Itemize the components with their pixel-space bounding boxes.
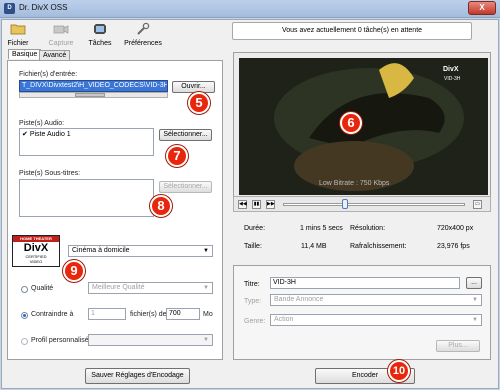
video-brand: DivX [443,66,459,73]
constrain-mid-label: fichier(s) de [130,311,167,318]
title-browse-button[interactable]: ... [466,277,482,289]
annotation-badge: 9 [63,260,85,282]
title-field[interactable]: VID-3H [270,277,460,289]
type-label: Type: [244,298,262,305]
tab-avance[interactable]: Avancé [39,50,71,60]
wrench-icon [137,22,150,35]
duration-label: Durée: [244,225,266,232]
annotation-badge: 10 [388,360,410,382]
forward-icon[interactable]: ▶▶ [266,200,275,209]
annotation-badge: 7 [166,145,188,167]
window-title: Dr. DivX OSS [19,3,68,12]
size-label: Taille: [244,243,262,250]
refresh-label: Rafraîchissement: [350,243,407,250]
input-file-scrollbar[interactable] [19,92,168,98]
chevron-down-icon: ▼ [472,297,478,303]
toolbar-capture-button[interactable]: Capture [45,22,77,47]
camera-icon [53,25,69,34]
audio-label: Piste(s) Audio: [19,120,65,127]
audio-tracks-list[interactable]: ✔ Piste Audio 1 [19,128,154,156]
tab-basique[interactable]: Basique [8,49,42,59]
toolbar-fichier-label: Fichier [7,40,29,47]
folder-icon [10,24,26,35]
chevron-down-icon: ▼ [472,317,478,323]
genre-label: Genre: [244,318,266,325]
quality-radio[interactable] [21,286,28,293]
quality-selected: Meilleure Qualité [92,284,145,291]
genre-selected: Action [274,316,294,323]
refresh-value: 23,976 fps [437,243,470,250]
toolbar-capture-label: Capture [48,40,74,47]
app-logo-icon: D [4,3,15,14]
constrain-label: Contraindre à [31,311,74,318]
genre-select[interactable]: Action ▼ [270,314,482,326]
logo-side-text: VIDEO [29,259,43,264]
chevron-down-icon: ▼ [203,248,209,254]
subtitles-list[interactable] [19,179,154,217]
audio-track-item[interactable]: Piste Audio 1 [30,131,71,138]
annotation-badge: 8 [150,195,172,217]
save-settings-button[interactable]: Sauver Réglages d'Encodage [85,368,190,384]
more-button[interactable]: Plus... [436,340,480,352]
constrain-radio[interactable] [21,312,28,319]
checkbox-checked-icon[interactable]: ✔ [22,131,28,138]
constrain-size-field[interactable]: 700 [166,308,200,320]
divx-certified-logo: HOME THEATER DivX CERTIFIED VIDEO [12,235,60,267]
scrollbar-thumb[interactable] [75,93,105,97]
profile-select[interactable]: Cinéma à domicile ▼ [68,245,213,257]
resolution-value: 720x400 px [437,225,474,232]
quality-select[interactable]: Meilleure Qualité ▼ [88,282,213,294]
annotation-badge: 5 [188,92,210,114]
annotation-badge: 6 [340,112,362,134]
constrain-unit-label: Mo [203,311,213,318]
title-bar [0,0,500,18]
custom-profile-radio[interactable] [21,338,28,345]
video-preview[interactable]: DivX VID-3H Low Bitrate : 750 Kbps [239,58,488,195]
seek-track[interactable] [283,203,465,206]
toolbar-preferences-label: Préférences [124,40,162,47]
toolbar-preferences-button[interactable]: Préférences [122,22,164,47]
profile-selected: Cinéma à domicile [72,247,130,254]
input-files-label: Fichier(s) d'entrée: [19,71,78,78]
resolution-label: Résolution: [350,225,386,232]
input-file-field[interactable]: T_DIVX\Divxtest2\H_VIDEO_CODECS\VID-3H.a… [19,80,168,92]
fullscreen-icon[interactable]: ▭ [473,200,482,209]
type-selected: Bande Annonce [274,296,324,303]
size-value: 11,4 MB [301,243,327,250]
custom-profile-label: Profil personnalisé [31,337,89,344]
subtitles-label: Piste(s) Sous-titres: [19,170,81,177]
type-select[interactable]: Bande Annonce ▼ [270,294,482,306]
toolbar-fichier-button[interactable]: Fichier [5,22,31,47]
queue-status: Vous avez actuellement 0 tâche(s) en att… [232,22,472,40]
video-overlay-text: Low Bitrate : 750 Kbps [319,180,390,187]
play-pause-icon[interactable]: ▮▮ [252,200,261,209]
film-icon [94,24,106,34]
quality-label: Qualité [31,285,54,292]
video-badge: VID-3H [444,76,461,82]
chevron-down-icon: ▼ [203,285,209,291]
toolbar-taches-label: Tâches [88,40,112,47]
audio-select-button[interactable]: Sélectionner... [159,129,212,141]
close-button[interactable]: X [468,1,496,15]
rewind-icon[interactable]: ◀◀ [238,200,247,209]
chevron-down-icon: ▼ [203,337,209,343]
custom-profile-select[interactable]: ▼ [88,334,213,346]
toolbar-taches-button[interactable]: Tâches [86,22,114,47]
subtitles-select-button[interactable]: Sélectionner... [159,181,212,193]
duration-value: 1 mins 5 secs [300,225,343,232]
seek-thumb[interactable] [341,199,348,209]
title-label: Titre: [244,281,260,288]
constrain-count-field[interactable]: 1 [88,308,126,320]
logo-brand-text: DivX [23,242,49,254]
open-button[interactable]: Ouvrir... [172,81,215,93]
